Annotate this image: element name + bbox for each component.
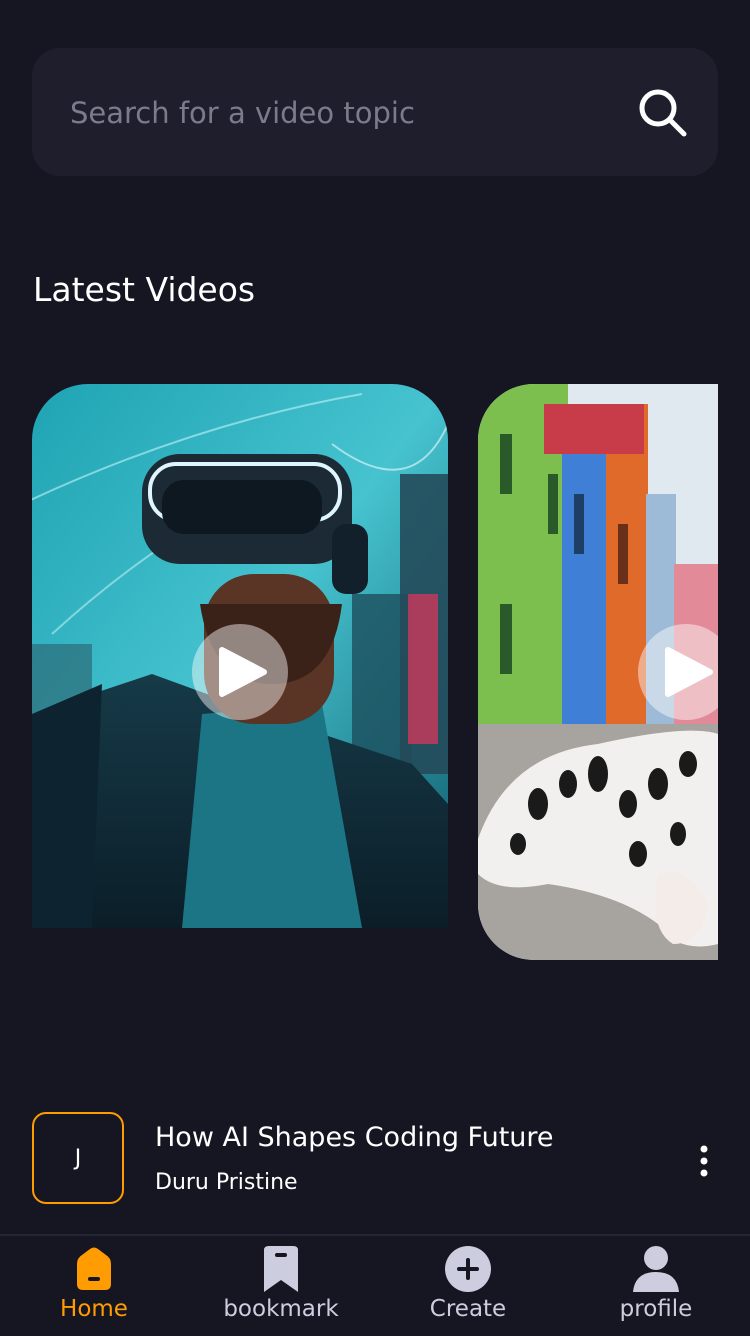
bottom-tab-bar: Home bookmark Create profile [0, 1234, 750, 1336]
tab-bookmark-label: bookmark [223, 1296, 339, 1322]
tab-create-label: Create [429, 1296, 507, 1322]
video-list-item[interactable]: J How AI Shapes Coding Future Duru Prist… [32, 1112, 718, 1204]
profile-icon [633, 1246, 679, 1292]
home-icon [77, 1247, 111, 1290]
search-icon[interactable] [636, 86, 688, 138]
video-title: How AI Shapes Coding Future [155, 1122, 554, 1153]
tab-home[interactable]: Home [19, 1236, 169, 1336]
bookmark-icon [264, 1246, 298, 1292]
plus-circle-icon [445, 1246, 491, 1292]
tab-create[interactable]: Create [393, 1236, 543, 1336]
search-input[interactable] [68, 48, 612, 178]
tab-bookmark[interactable]: bookmark [206, 1236, 356, 1336]
play-button[interactable] [192, 624, 288, 720]
play-icon [219, 647, 267, 697]
more-vertical-icon[interactable] [692, 1144, 716, 1178]
tab-home-label: Home [60, 1296, 128, 1322]
video-card-1[interactable] [32, 384, 448, 928]
tab-profile[interactable]: profile [581, 1236, 731, 1336]
video-author: Duru Pristine [155, 1170, 298, 1195]
latest-videos-heading: Latest Videos [33, 270, 256, 309]
search-bar[interactable] [32, 48, 718, 178]
play-icon [665, 647, 713, 697]
video-card-2[interactable] [478, 384, 718, 960]
tab-profile-label: profile [619, 1296, 693, 1322]
avatar[interactable]: J [32, 1112, 124, 1204]
